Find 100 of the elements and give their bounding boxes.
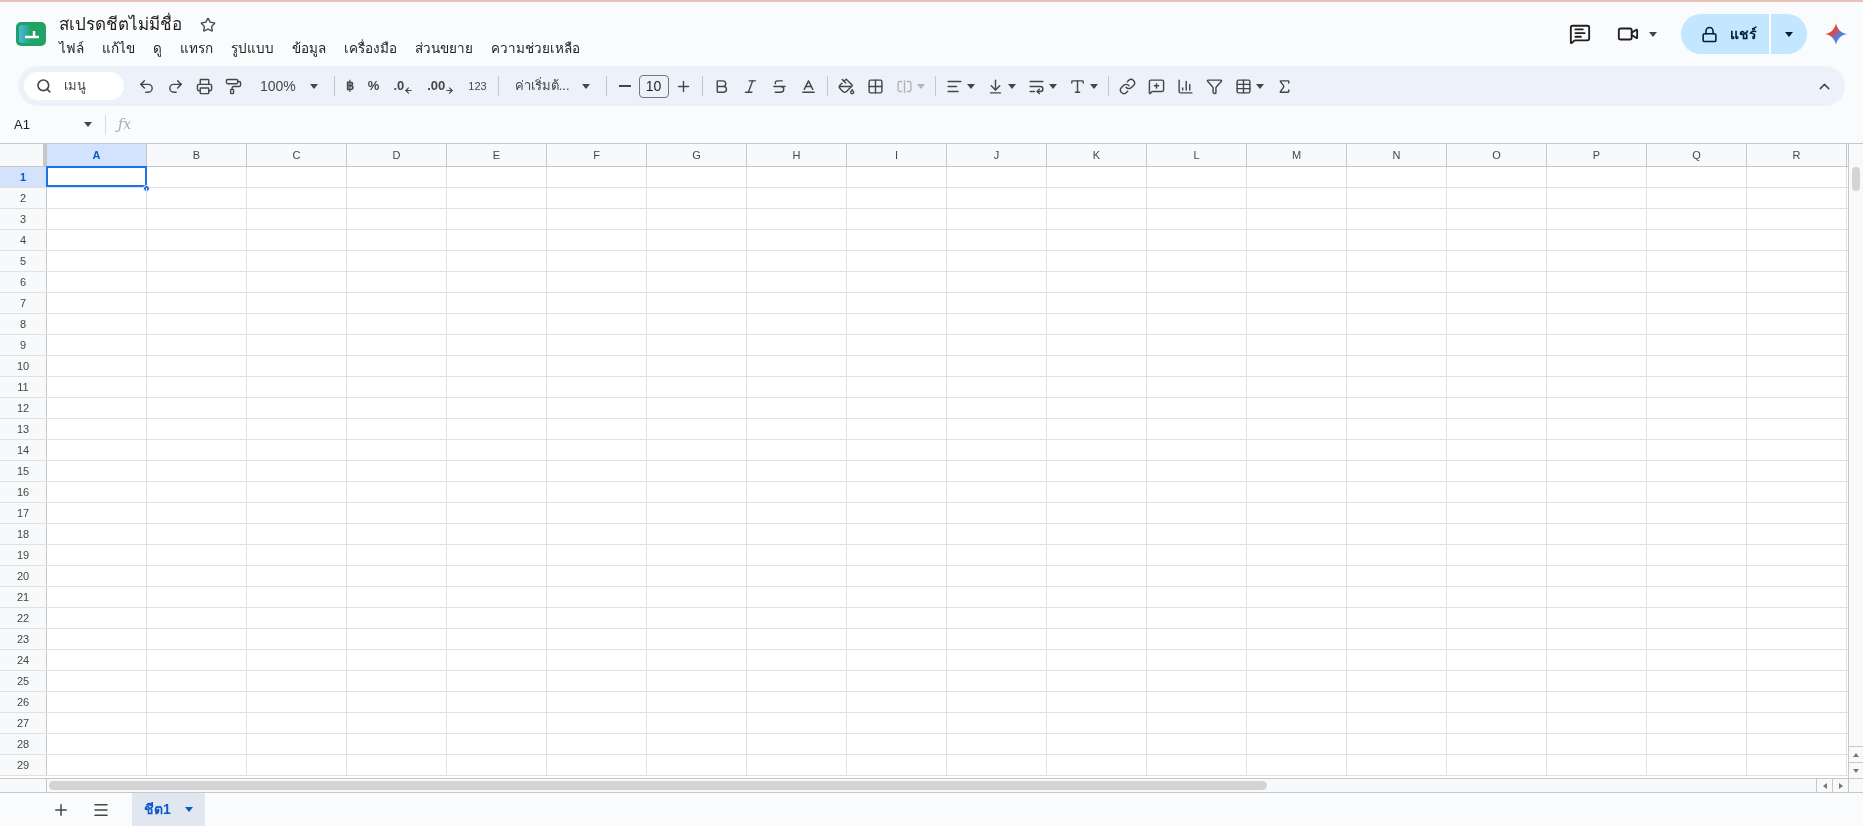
percent-format-button[interactable]: % xyxy=(360,72,387,100)
merge-cells-icon xyxy=(895,77,913,95)
row-header[interactable]: 28 xyxy=(0,734,47,754)
minus-icon xyxy=(618,85,631,87)
currency-format-button[interactable]: ฿ xyxy=(338,72,361,100)
more-formats-button[interactable]: 123 xyxy=(461,72,494,100)
row-header[interactable]: 29 xyxy=(0,755,47,775)
row-header[interactable]: 18 xyxy=(0,524,47,544)
arrow-left-icon xyxy=(404,85,414,95)
caret-icon xyxy=(581,83,590,89)
sparkle-icon[interactable] xyxy=(1825,23,1847,45)
decrease-decimals-button[interactable]: .0 xyxy=(386,72,421,100)
star-icon[interactable] xyxy=(200,17,216,33)
column-header[interactable]: A xyxy=(47,144,147,166)
menu-item[interactable]: เครื่องมือ xyxy=(344,39,397,59)
row-header[interactable]: 27 xyxy=(0,713,47,733)
row-header[interactable]: 17 xyxy=(0,503,47,523)
undo-icon xyxy=(138,77,155,95)
row-header[interactable]: 21 xyxy=(0,587,47,607)
menu-item[interactable]: ไฟล์ xyxy=(59,39,84,59)
column-header[interactable]: R xyxy=(1747,144,1847,166)
row-header[interactable]: 26 xyxy=(0,692,47,712)
row-header[interactable]: 1 xyxy=(0,167,47,187)
column-header[interactable]: B xyxy=(147,144,247,166)
menu-item[interactable]: ดู xyxy=(153,39,162,59)
row-header[interactable]: 5 xyxy=(0,251,47,271)
column-header[interactable]: G xyxy=(647,144,747,166)
row-header[interactable]: 4 xyxy=(0,230,47,250)
vertical-scrollbar-thumb[interactable] xyxy=(1852,167,1860,191)
column-header[interactable]: N xyxy=(1347,144,1447,166)
caret-icon xyxy=(309,83,318,89)
caret-icon xyxy=(1785,31,1793,37)
font-dropdown[interactable]: ค่าเริ่มต้... xyxy=(502,76,602,96)
row-header[interactable]: 13 xyxy=(0,419,47,439)
document-title[interactable]: สเปรดชีตไม่มีชื่อ xyxy=(59,13,182,37)
column-header[interactable]: L xyxy=(1147,144,1247,166)
app-logo-icon[interactable] xyxy=(16,22,46,46)
menu-item[interactable]: แก้ไข xyxy=(102,39,135,59)
print-icon xyxy=(196,77,213,95)
share-label[interactable]: แชร์ xyxy=(1730,23,1757,45)
column-header[interactable]: D xyxy=(347,144,447,166)
zoom-dropdown[interactable]: 100% xyxy=(248,75,330,97)
column-header[interactable]: Q xyxy=(1647,144,1747,166)
sheet-tab[interactable]: ชีต1 xyxy=(132,793,205,826)
row-header[interactable]: 20 xyxy=(0,566,47,586)
row-header[interactable]: 10 xyxy=(0,356,47,376)
row-header[interactable]: 8 xyxy=(0,314,47,334)
row-header[interactable]: 19 xyxy=(0,545,47,565)
menu-search-field[interactable]: เมนู xyxy=(24,72,124,100)
fill-color-icon xyxy=(837,77,855,95)
row-header[interactable]: 15 xyxy=(0,461,47,481)
column-header[interactable]: C xyxy=(247,144,347,166)
left-triangle-icon xyxy=(1822,782,1827,789)
menu-item[interactable]: ข้อมูล xyxy=(292,39,326,59)
row-header[interactable]: 23 xyxy=(0,629,47,649)
insert-link-icon xyxy=(1118,77,1136,95)
caret-icon xyxy=(84,122,92,127)
row-header[interactable]: 24 xyxy=(0,650,47,670)
caret-icon xyxy=(916,83,925,89)
selected-cell-outline[interactable] xyxy=(46,166,147,187)
insert-comment-icon xyxy=(1147,77,1165,95)
column-header[interactable]: O xyxy=(1447,144,1547,166)
menu-item[interactable]: ส่วนขยาย xyxy=(415,39,473,59)
column-header[interactable]: J xyxy=(947,144,1047,166)
row-header[interactable]: 16 xyxy=(0,482,47,502)
comment-icon[interactable] xyxy=(1569,23,1591,45)
row-header[interactable]: 12 xyxy=(0,398,47,418)
menu-item[interactable]: แทรก xyxy=(180,39,213,59)
row-header[interactable]: 11 xyxy=(0,377,47,397)
column-header[interactable]: I xyxy=(847,144,947,166)
font-size-field[interactable]: 10 xyxy=(638,74,669,98)
increase-decimals-button[interactable]: .00 xyxy=(420,72,462,100)
row-header[interactable]: 6 xyxy=(0,272,47,292)
column-header[interactable]: K xyxy=(1047,144,1147,166)
caret-icon xyxy=(1048,83,1057,89)
menu-item[interactable]: รูปแบบ xyxy=(231,39,274,59)
caret-icon xyxy=(1649,31,1657,37)
insert-chart-icon xyxy=(1176,77,1194,95)
redo-icon xyxy=(167,77,184,95)
fill-handle[interactable] xyxy=(143,185,150,192)
row-header[interactable]: 3 xyxy=(0,209,47,229)
row-header[interactable]: 2 xyxy=(0,188,47,208)
menu-item[interactable]: ความช่วยเหลือ xyxy=(491,39,580,59)
column-header[interactable]: H xyxy=(747,144,847,166)
column-header[interactable]: P xyxy=(1547,144,1647,166)
cell-reference[interactable]: A1 xyxy=(14,114,84,135)
row-header[interactable]: 14 xyxy=(0,440,47,460)
filter-icon xyxy=(1205,77,1223,95)
row-header[interactable]: 25 xyxy=(0,671,47,691)
row-header[interactable]: 7 xyxy=(0,293,47,313)
down-triangle-icon xyxy=(1853,768,1859,773)
horizontal-scrollbar-thumb[interactable] xyxy=(49,781,1267,790)
row-header[interactable]: 9 xyxy=(0,335,47,355)
row-header[interactable]: 22 xyxy=(0,608,47,628)
right-triangle-icon xyxy=(1838,782,1843,789)
column-header[interactable]: E xyxy=(447,144,547,166)
column-header[interactable]: F xyxy=(547,144,647,166)
column-header[interactable]: M xyxy=(1247,144,1347,166)
caret-icon xyxy=(966,83,975,89)
share-button[interactable]: แชร์ xyxy=(1681,14,1807,54)
